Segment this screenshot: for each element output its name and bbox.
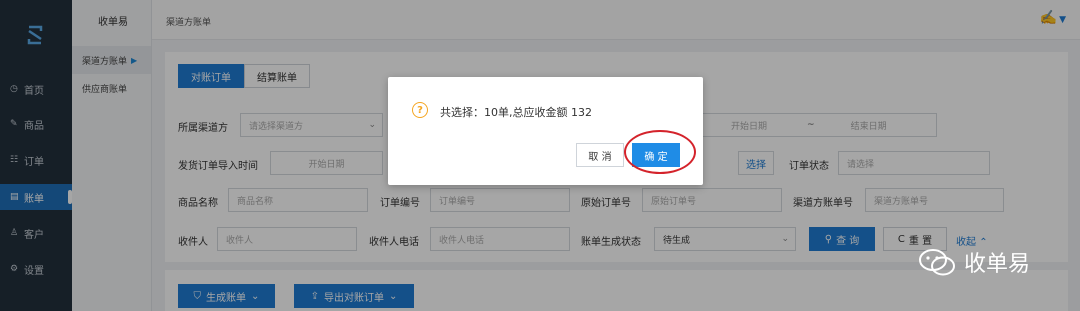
watermark-text: 收单易 [964, 252, 1031, 277]
question-icon: ? [412, 102, 428, 118]
wechat-icon [919, 249, 955, 276]
watermark: 收单易 [918, 246, 1030, 278]
highlight-ring [624, 130, 696, 174]
dialog-message: 共选择：10单,总应收金额 132 [440, 106, 592, 119]
cancel-button[interactable]: 取 消 [576, 143, 624, 167]
